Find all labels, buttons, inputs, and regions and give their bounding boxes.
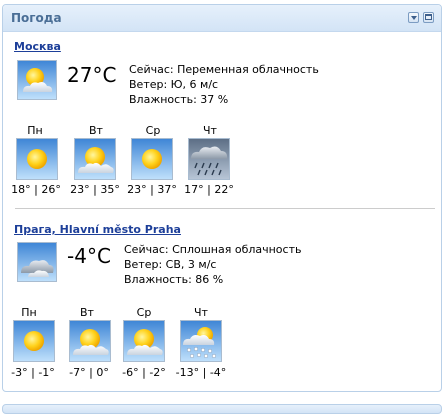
forecast-day: Чт <box>203 124 217 137</box>
next-gadget-header <box>2 404 442 414</box>
partly-cloudy-icon <box>69 320 111 362</box>
partly-cloudy-icon <box>74 138 116 180</box>
snow-sun-icon <box>180 320 222 362</box>
forecast-day: Чт <box>194 306 208 319</box>
humidity-text: Влажность: 37 % <box>129 93 229 106</box>
humidity-text: Влажность: 86 % <box>124 273 224 286</box>
forecast-range: -3° | -1° <box>11 366 55 379</box>
forecast-range: 18° | 26° <box>11 183 61 196</box>
sunny-icon <box>16 138 58 180</box>
city-link-moscow[interactable]: Москва <box>14 40 61 53</box>
current-conditions-moscow: Сейчас: Переменная облачность Ветер: Ю, … <box>129 62 319 107</box>
gadget-header: Погода <box>3 5 441 32</box>
current-conditions-prague: Сейчас: Сплошная облачность Ветер: СВ, 3… <box>124 242 301 287</box>
sunny-icon <box>131 138 173 180</box>
forecast-range: 23° | 37° <box>127 183 177 196</box>
current-temp-moscow: 27°C <box>67 63 117 87</box>
forecast-range: -7° | 0° <box>69 366 109 379</box>
forecast-day: Ср <box>136 306 152 319</box>
forecast-range: -6° | -2° <box>122 366 166 379</box>
current-temp-prague: -4°C <box>67 244 111 268</box>
forecast-day: Вт <box>89 124 103 137</box>
gadget-title: Погода <box>11 11 62 25</box>
city-divider <box>15 208 435 209</box>
forecast-day: Вт <box>80 306 94 319</box>
forecast-day: Пн <box>27 124 43 137</box>
menu-dropdown-icon[interactable] <box>408 12 419 23</box>
wind-text: Ветер: СВ, 3 м/с <box>124 258 217 271</box>
wind-text: Ветер: Ю, 6 м/с <box>129 78 219 91</box>
now-text: Сейчас: Сплошная облачность <box>124 243 302 256</box>
forecast-range: 17° | 22° <box>184 183 234 196</box>
rain-icon <box>188 138 230 180</box>
partly-cloudy-icon <box>123 320 165 362</box>
forecast-day: Пн <box>21 306 37 319</box>
sunny-icon <box>13 320 55 362</box>
forecast-range: -13° | -4° <box>175 366 227 379</box>
forecast-day: Ср <box>145 124 161 137</box>
overcast-icon <box>17 242 57 282</box>
forecast-range: 23° | 35° <box>70 183 120 196</box>
maximize-icon[interactable] <box>423 12 434 23</box>
now-text: Сейчас: Переменная облачность <box>129 63 319 76</box>
city-link-prague[interactable]: Прага, Hlavní město Praha <box>14 223 181 236</box>
current-weather-icon-moscow <box>17 60 57 100</box>
weather-gadget: Погода Москва 27°C Сейчас: Переменная об… <box>2 4 442 392</box>
